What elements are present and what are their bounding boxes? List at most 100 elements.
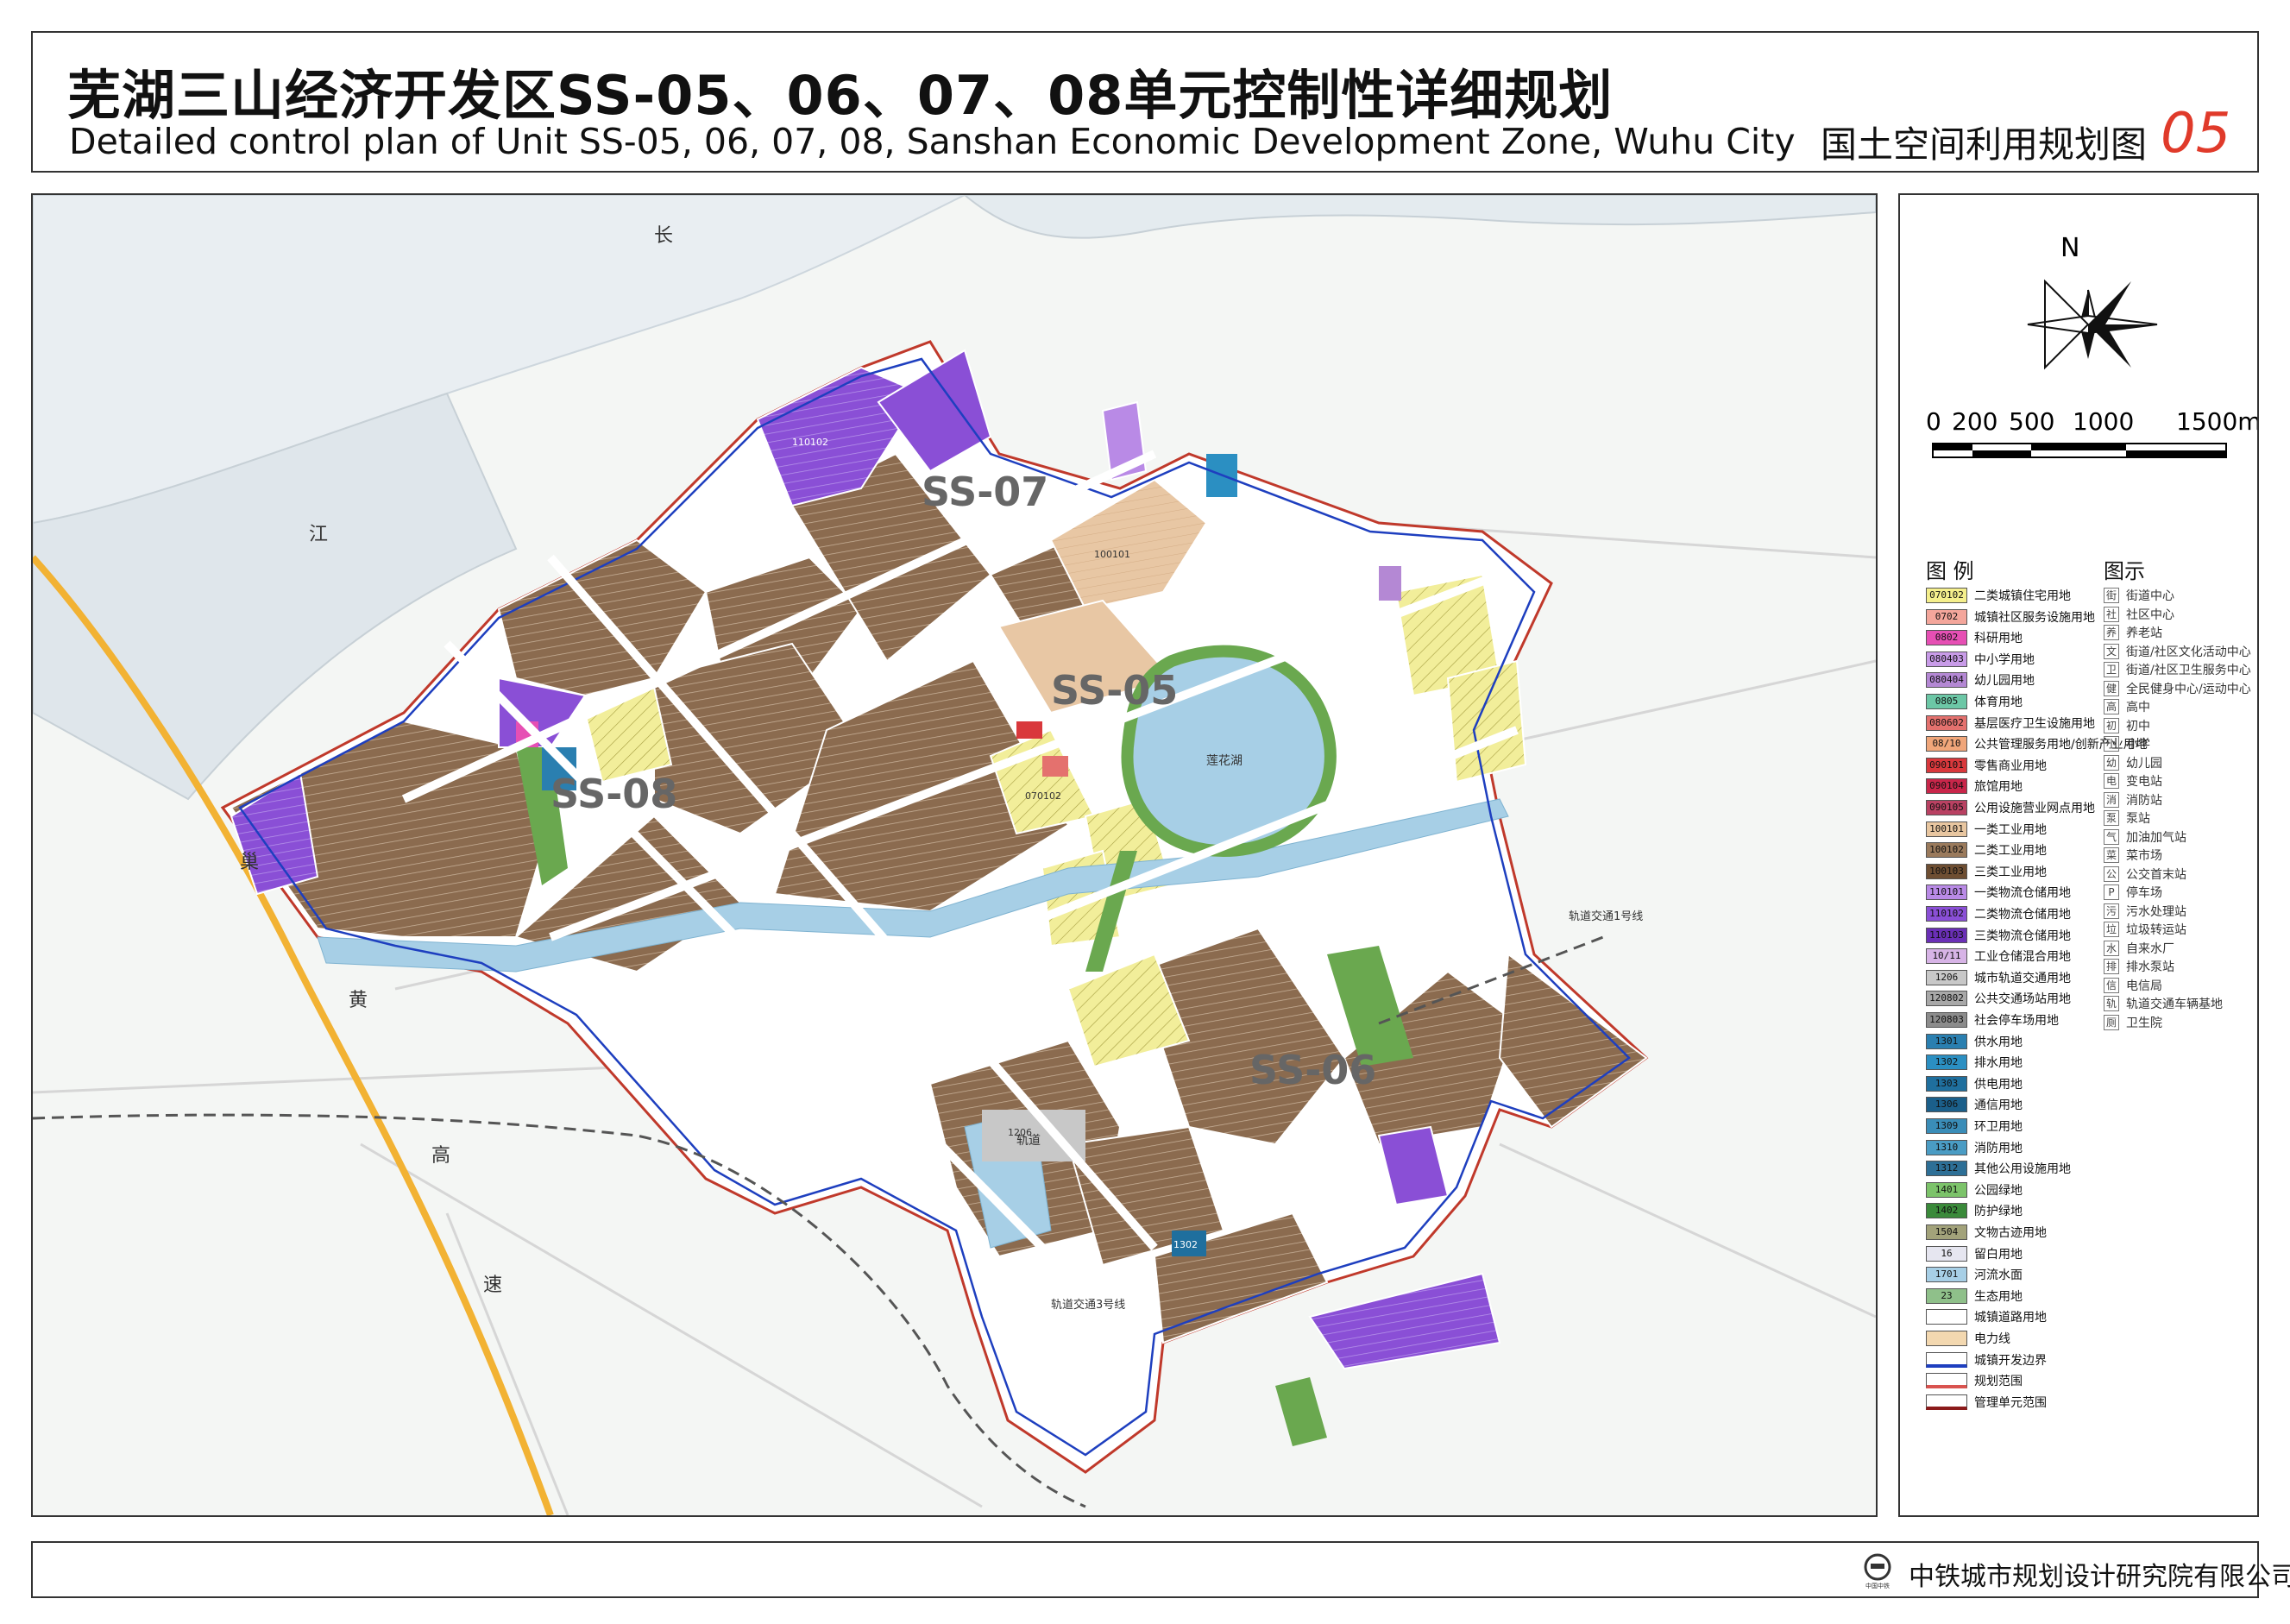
scale-label: 1000: [2073, 407, 2135, 436]
legend-item: 080403 中小学用地: [1926, 651, 2035, 668]
legend-item: 090101 零售商业用地: [1926, 757, 2047, 774]
symbol-label: 消防站: [2126, 793, 2162, 808]
unit-label-ss08: SS-08: [550, 771, 677, 817]
legend-item: 城镇开发边界: [1926, 1351, 2047, 1369]
legend-item: 100102 二类工业用地: [1926, 841, 2047, 859]
legend-item: 100103 三类工业用地: [1926, 863, 2047, 880]
symbols-title: 图示: [2104, 559, 2145, 583]
legend-swatch: 08/10: [1926, 736, 1967, 752]
legend-label: 幼儿园用地: [1974, 674, 2035, 689]
legend-label: 规划范围: [1974, 1375, 2023, 1389]
legend-item: 1504 文物古迹用地: [1926, 1224, 2047, 1241]
unit-label-ss05: SS-05: [1051, 667, 1178, 714]
symbol-item: 社社区中心: [2104, 606, 2174, 623]
legend-swatch: 120803: [1926, 1012, 1967, 1028]
facility-symbol-icon: 公: [2104, 866, 2119, 882]
legend-item: 100101 一类工业用地: [1926, 821, 2047, 838]
legend-item: 1306 通信用地: [1926, 1096, 2023, 1113]
map-number: 05: [2161, 102, 2231, 166]
legend-item: 管理单元范围: [1926, 1394, 2047, 1411]
facility-symbol-icon: 高: [2104, 699, 2119, 714]
legend-swatch: 090104: [1926, 778, 1967, 795]
legend-label: 文物古迹用地: [1974, 1226, 2047, 1240]
legend-label: 城镇道路用地: [1974, 1311, 2047, 1325]
symbol-item: 气加油加气站: [2104, 828, 2186, 846]
legend-label: 科研用地: [1974, 632, 2023, 646]
expressway-char-4: 速: [483, 1275, 502, 1296]
facility-symbol-icon: P: [2104, 884, 2119, 900]
legend-label: 社会停车场用地: [1974, 1014, 2059, 1028]
facility-symbol-icon: 水: [2104, 940, 2119, 956]
symbol-item: 幼幼儿园: [2104, 754, 2162, 771]
legend-swatch: 16: [1926, 1245, 1967, 1262]
legend-label: 基层医疗卫生设施用地: [1974, 716, 2095, 731]
facility-symbol-icon: 泵: [2104, 810, 2119, 826]
legend-label: 体育用地: [1974, 696, 2023, 709]
symbol-item: 水自来水厂: [2104, 940, 2174, 957]
north-label: N: [2060, 233, 2080, 263]
symbol-label: 变电站: [2126, 775, 2162, 789]
legend-item: 规划范围: [1926, 1372, 2023, 1389]
symbol-item: 小小学: [2104, 735, 2150, 752]
map-name: 国土空间利用规划图: [1821, 123, 2148, 166]
legend-item: 120802 公共交通场站用地: [1926, 990, 2071, 1007]
legend-swatch: 100102: [1926, 842, 1967, 859]
legend-label: 河流水面: [1974, 1268, 2023, 1283]
symbol-label: 泵站: [2126, 812, 2150, 826]
facility-symbol-icon: 污: [2104, 903, 2119, 919]
map-panel[interactable]: SS-07 SS-05 SS-08 SS-06 长 江 巢 黄 高 速 莲花湖 …: [31, 193, 1878, 1517]
legend-label: 生态用地: [1974, 1289, 2023, 1304]
legend-label: 三类工业用地: [1974, 865, 2047, 879]
facility-symbol-icon: 菜: [2104, 847, 2119, 863]
symbol-item: 泵泵站: [2104, 809, 2150, 827]
legend-swatch: [1926, 1394, 1967, 1410]
facility-symbol-icon: 文: [2104, 643, 2119, 659]
land-use-map[interactable]: SS-07 SS-05 SS-08 SS-06 长 江 巢 黄 高 速 莲花湖 …: [33, 195, 1876, 1515]
facility-symbol-icon: 厕: [2104, 1014, 2119, 1030]
legend-item: 090105 公用设施营业网点用地: [1926, 799, 2095, 816]
legend-item: 110103 三类物流仓储用地: [1926, 927, 2071, 944]
legend-item: 070102 二类城镇住宅用地: [1926, 587, 2071, 604]
symbol-label: 卫生院: [2126, 1016, 2162, 1030]
symbol-label: 街道中心: [2126, 589, 2174, 603]
symbol-item: 轨轨道交通车辆基地: [2104, 995, 2223, 1012]
logo-caption: 中国中铁: [1865, 1582, 1890, 1589]
facility-symbol-icon: 信: [2104, 977, 2119, 993]
company-logo-icon: 中国中铁: [1864, 1553, 1891, 1589]
legend-swatch: 090101: [1926, 757, 1967, 773]
legend-item: 080404 幼儿园用地: [1926, 671, 2035, 689]
legend-item: 16 留白用地: [1926, 1245, 2023, 1262]
legend-swatch: 1309: [1926, 1118, 1967, 1134]
legend-swatch: 1312: [1926, 1161, 1967, 1177]
legend-item: 090104 旅馆用地: [1926, 777, 2023, 795]
legend-swatch: [1926, 1373, 1967, 1389]
parcel-code: 1206: [1008, 1127, 1032, 1138]
scale-label: 500: [2009, 407, 2055, 436]
legend-panel: N 0 200 500 1000 1500m 图 例 图示 070102 二类城镇…: [1898, 193, 2259, 1517]
symbol-item: 厕卫生院: [2104, 1014, 2162, 1031]
legend-swatch: 080404: [1926, 672, 1967, 689]
scale-label: 200: [1952, 407, 1998, 436]
legend-item: 1310 消防用地: [1926, 1139, 2023, 1156]
legend-item: 1302 排水用地: [1926, 1054, 2023, 1071]
symbol-item: 养养老站: [2104, 624, 2162, 641]
symbol-item: 信电信局: [2104, 977, 2162, 994]
legend-label: 留白用地: [1974, 1247, 2023, 1262]
legend-swatch: 1306: [1926, 1097, 1967, 1113]
rail-line-label-east: 轨道交通1号线: [1569, 910, 1643, 923]
symbol-label: 公交首末站: [2126, 867, 2186, 882]
legend-swatch: [1926, 1331, 1967, 1346]
scale-bar: 0 200 500 1000 1500m: [1926, 407, 2257, 476]
legend-label: 其他公用设施用地: [1974, 1162, 2071, 1177]
symbol-item: P 停车场: [2104, 884, 2162, 901]
legend-item: 1312 其他公用设施用地: [1926, 1160, 2071, 1177]
symbol-item: 卫街道/社区卫生服务中心: [2104, 661, 2251, 678]
legend-label: 城镇开发边界: [1974, 1353, 2047, 1368]
symbol-item: 健全民健身中心/运动中心: [2104, 680, 2251, 697]
legend-swatch: 0805: [1926, 694, 1967, 709]
legend-label: 零售商业用地: [1974, 758, 2047, 773]
legend-label: 工业仓储混合用地: [1974, 950, 2071, 965]
legend-label: 通信用地: [1974, 1098, 2023, 1113]
legend-swatch: 10/11: [1926, 948, 1967, 965]
scale-bar-graphic: [1932, 443, 2227, 458]
